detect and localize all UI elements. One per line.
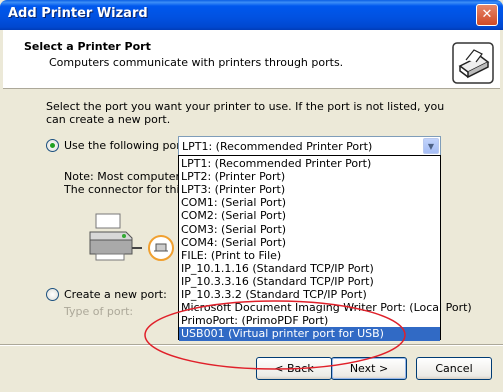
window-title: Add Printer Wizard	[8, 6, 148, 21]
title-bar: Add Printer Wizard ✕	[0, 0, 503, 30]
connector-icon	[154, 243, 168, 252]
use-port-label[interactable]: Use the following port:	[64, 139, 189, 152]
port-option[interactable]: IP_10.3.3.2 (Standard TCP/IP Port)	[179, 288, 440, 302]
port-option[interactable]: LPT1: (Recommended Printer Port)	[179, 157, 440, 171]
port-option[interactable]: COM3: (Serial Port)	[179, 223, 440, 237]
port-option[interactable]: IP_10.3.3.16 (Standard TCP/IP Port)	[179, 275, 440, 289]
port-option[interactable]: LPT2: (Printer Port)	[179, 170, 440, 184]
port-connector-icon	[148, 235, 174, 261]
port-option[interactable]: LPT3: (Printer Port)	[179, 183, 440, 197]
cancel-button[interactable]: Cancel	[416, 357, 492, 380]
port-option[interactable]: COM4: (Serial Port)	[179, 236, 440, 250]
note-text: Note: Most computers u The connector for…	[64, 170, 178, 196]
instructions-text: Select the port you want your printer to…	[46, 100, 445, 126]
use-port-radio[interactable]	[46, 139, 59, 152]
printer-icon	[452, 42, 494, 84]
port-option[interactable]: IP_10.1.1.16 (Standard TCP/IP Port)	[179, 262, 440, 276]
page-title: Select a Printer Port	[24, 40, 151, 53]
back-button[interactable]: < Back	[256, 357, 332, 380]
port-option[interactable]: COM1: (Serial Port)	[179, 196, 440, 210]
note-line-2: The connector for this p	[64, 183, 178, 196]
next-button[interactable]: Next >	[331, 357, 407, 380]
wizard-header: Select a Printer Port Computers communic…	[3, 30, 500, 89]
chevron-down-icon: ▼	[427, 142, 435, 151]
button-separator	[0, 344, 503, 346]
printer-illustration-icon	[89, 213, 142, 261]
port-option[interactable]: Microsoft Document Imaging Writer Port: …	[179, 301, 472, 315]
port-option[interactable]: FILE: (Print to File)	[179, 249, 440, 263]
close-icon: ✕	[481, 7, 493, 22]
port-select[interactable]: LPT1: (Recommended Printer Port) ▼	[178, 136, 441, 156]
create-port-label[interactable]: Create a new port:	[64, 288, 167, 301]
page-subtitle: Computers communicate with printers thro…	[49, 56, 344, 69]
port-select-value: LPT1: (Recommended Printer Port)	[182, 140, 373, 153]
dropdown-button[interactable]: ▼	[423, 138, 439, 154]
close-button[interactable]: ✕	[476, 4, 498, 26]
port-type-label: Type of port:	[64, 305, 134, 318]
port-option[interactable]: USB001 (Virtual printer port for USB)	[179, 327, 440, 342]
create-port-radio[interactable]	[46, 288, 59, 301]
note-line-1: Note: Most computers u	[64, 170, 178, 183]
port-dropdown-list[interactable]: LPT1: (Recommended Printer Port) LPT2: (P…	[178, 155, 472, 342]
port-option[interactable]: COM2: (Serial Port)	[179, 209, 440, 223]
port-option[interactable]: PrimoPort: (PrimoPDF Port)	[179, 314, 440, 328]
